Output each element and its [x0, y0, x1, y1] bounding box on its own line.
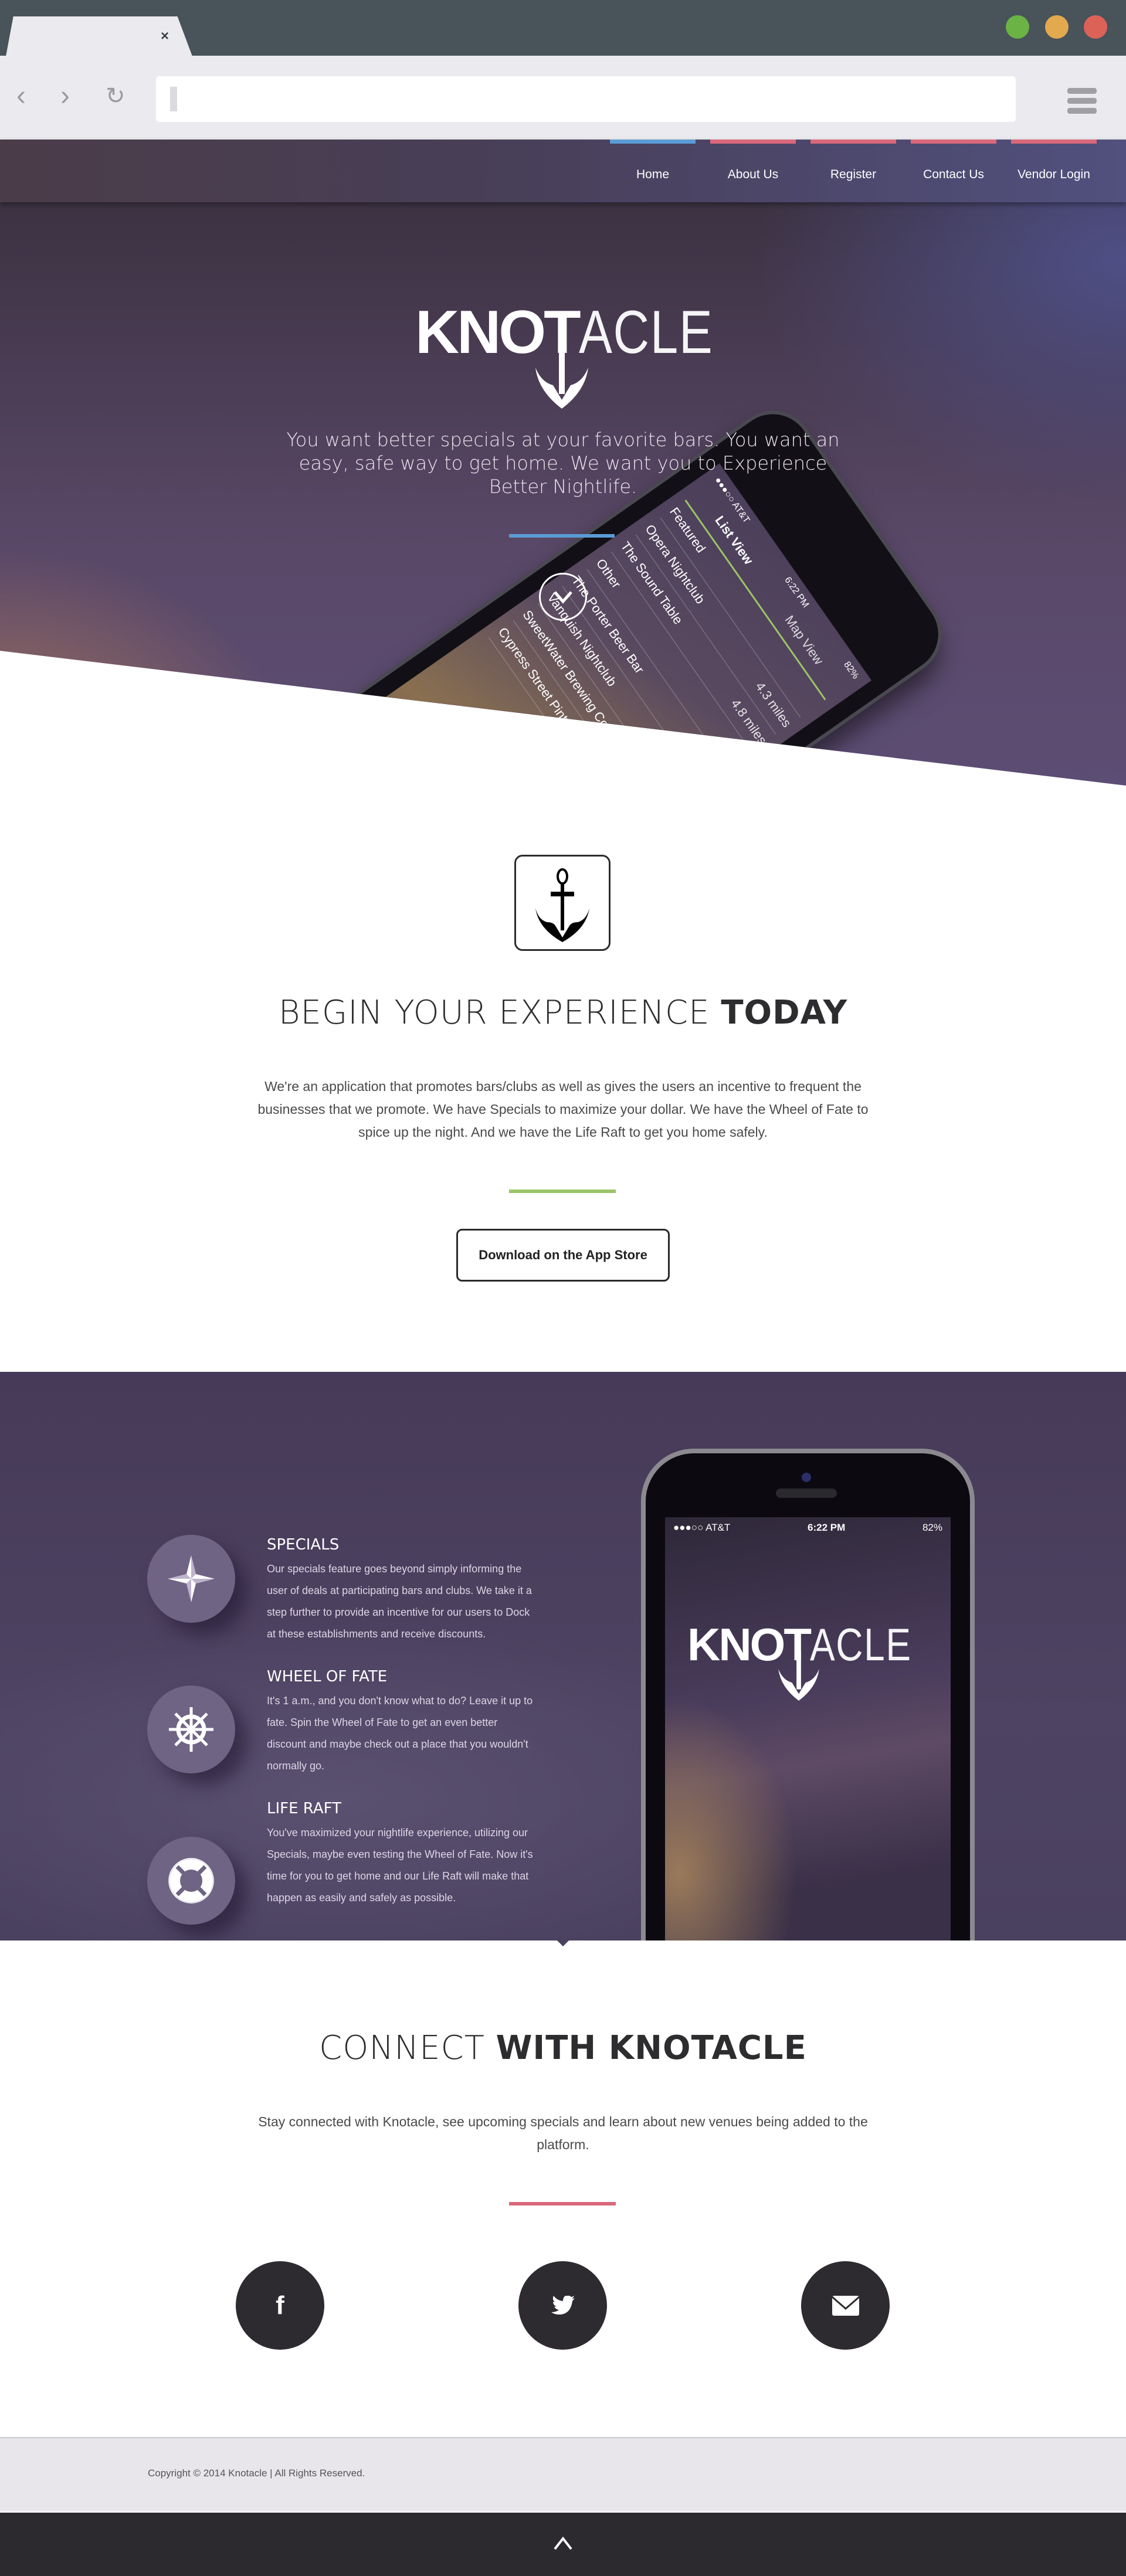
hero-tagline: You want better specials at your favorit… — [286, 429, 840, 498]
nav-contact-us[interactable]: Contact Us — [911, 140, 996, 202]
browser-toolbar: ‹ › ↻ — [0, 56, 1126, 140]
connect-text: Stay connected with Knotacle, see upcomi… — [258, 2114, 868, 2152]
hero-section: ●●●○○ AT&T 6:22 PM 82% List View Map Vie… — [0, 202, 1126, 786]
back-icon[interactable]: ‹ — [16, 82, 26, 110]
nav-about-us[interactable]: About Us — [710, 140, 796, 202]
download-app-store-button[interactable]: Download on the App Store — [456, 1229, 670, 1282]
anchor-icon — [535, 344, 588, 409]
site-nav: Home About Us Register Contact Us Vendor… — [0, 140, 1126, 202]
phone-screen: ●●●○○ AT&T 6:22 PM 82% KNOT ACLE — [665, 1517, 951, 1941]
feature-text: Our specials feature goes beyond simply … — [267, 1563, 532, 1640]
twitter-icon — [551, 2295, 575, 2315]
time: 6:22 PM — [808, 1522, 846, 1533]
page-icon — [170, 87, 177, 111]
anchor-icon — [535, 868, 589, 942]
knotacle-logo: KNOT ACLE — [415, 302, 742, 409]
camera — [802, 1473, 811, 1482]
window-minimize-button[interactable] — [1045, 15, 1069, 39]
section-pointer — [556, 1939, 570, 1946]
facebook-button[interactable]: f — [236, 2261, 324, 2350]
browser-tab-bar: × — [0, 0, 1126, 56]
chevron-down-icon — [554, 591, 572, 604]
battery: 82% — [922, 1522, 942, 1533]
anchor-logo-box — [514, 855, 611, 951]
status-bar: ●●●○○ AT&T 6:22 PM 82% — [665, 1517, 951, 1538]
venue-distance: 2.7 miles — [679, 730, 721, 781]
venue-distance — [806, 705, 819, 713]
intro-text: We're an application that promotes bars/… — [257, 1079, 869, 1140]
address-bar[interactable] — [156, 76, 1016, 122]
nav-register[interactable]: Register — [810, 140, 896, 202]
feature-icon-circle — [147, 1685, 235, 1773]
reload-icon[interactable]: ↻ — [106, 82, 126, 110]
feature-title: SPECIALS — [267, 1536, 340, 1554]
tab-close-icon[interactable]: × — [161, 28, 169, 45]
divider-blue — [509, 534, 615, 538]
feature-text: You've maximized your nightlife experien… — [267, 1827, 533, 1904]
footer: Copyright © 2014 Knotacle | All Rights R… — [0, 2437, 1126, 2511]
scroll-down-button[interactable] — [539, 573, 587, 621]
feature-icon-circle — [147, 1837, 235, 1925]
window-close-button[interactable] — [1084, 15, 1107, 39]
divider-green — [509, 1190, 616, 1193]
feature-title: WHEEL OF FATE — [267, 1668, 388, 1685]
nav-home[interactable]: Home — [610, 140, 696, 202]
feature-title: LIFE RAFT — [267, 1800, 341, 1817]
divider-red — [509, 2202, 616, 2205]
twitter-button[interactable] — [518, 2261, 607, 2350]
copyright-text: Copyright © 2014 Knotacle | All Rights R… — [148, 2468, 365, 2479]
features-section: SPECIALS Our specials feature goes beyon… — [0, 1372, 1126, 1941]
feature-text: It's 1 a.m., and you don't know what to … — [267, 1695, 533, 1772]
carrier: ●●●○○ AT&T — [673, 1522, 731, 1533]
nav-vendor-login[interactable]: Vendor Login — [1011, 140, 1097, 202]
back-to-top-bar — [0, 2511, 1126, 2576]
speaker — [776, 1488, 837, 1498]
knotacle-logo: KNOT ACLE — [687, 1622, 934, 1701]
feature-icon-circle — [147, 1535, 235, 1623]
forward-icon[interactable]: › — [60, 82, 70, 110]
phone-image: ●●●○○ AT&T 6:22 PM 82% KNOT ACLE — [641, 1449, 975, 1941]
intro-heading: BEGIN YOUR EXPERIENCE TODAY — [278, 994, 848, 1032]
phone-screen: ●●●○○ AT&T 6:22 PM 82% List View Map Vie… — [344, 463, 871, 786]
email-icon — [832, 2295, 859, 2316]
email-button[interactable] — [801, 2261, 890, 2350]
life-ring-icon — [168, 1858, 214, 1904]
ship-wheel-icon — [169, 1707, 213, 1752]
anchor-icon — [778, 1651, 819, 1701]
chevron-up-icon[interactable] — [550, 2531, 576, 2555]
compass-star-icon — [168, 1555, 215, 1602]
menu-icon[interactable] — [1067, 88, 1097, 118]
window-maximize-button[interactable] — [1006, 15, 1029, 39]
connect-heading: CONNECT WITH KNOTACLE — [319, 2029, 807, 2067]
venue-distance — [733, 756, 745, 764]
facebook-icon: f — [276, 2290, 284, 2320]
